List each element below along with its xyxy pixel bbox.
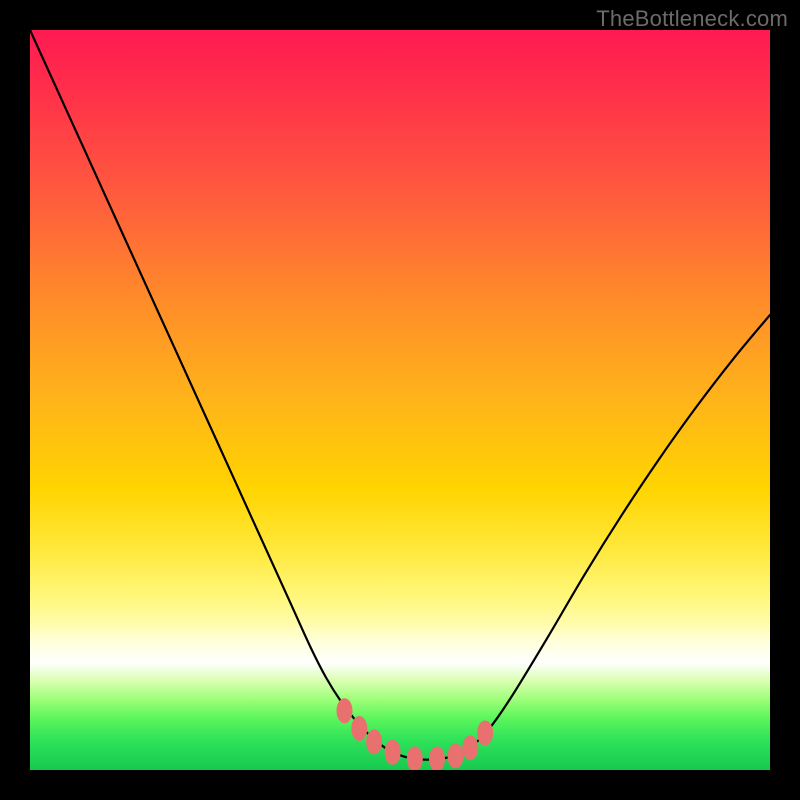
trough-marker (367, 730, 382, 754)
trough-marker (448, 744, 463, 768)
trough-marker (385, 740, 400, 764)
trough-marker (478, 721, 493, 745)
trough-marker (407, 747, 422, 770)
chart-svg (30, 30, 770, 770)
marker-layer (337, 699, 493, 770)
bottleneck-curve (30, 30, 770, 760)
curve-layer (30, 30, 770, 760)
plot-area (30, 30, 770, 770)
trough-marker (352, 717, 367, 741)
trough-marker (430, 747, 445, 770)
outer-frame: TheBottleneck.com (0, 0, 800, 800)
trough-marker (463, 736, 478, 760)
trough-marker (337, 699, 352, 723)
watermark-text: TheBottleneck.com (596, 6, 788, 32)
